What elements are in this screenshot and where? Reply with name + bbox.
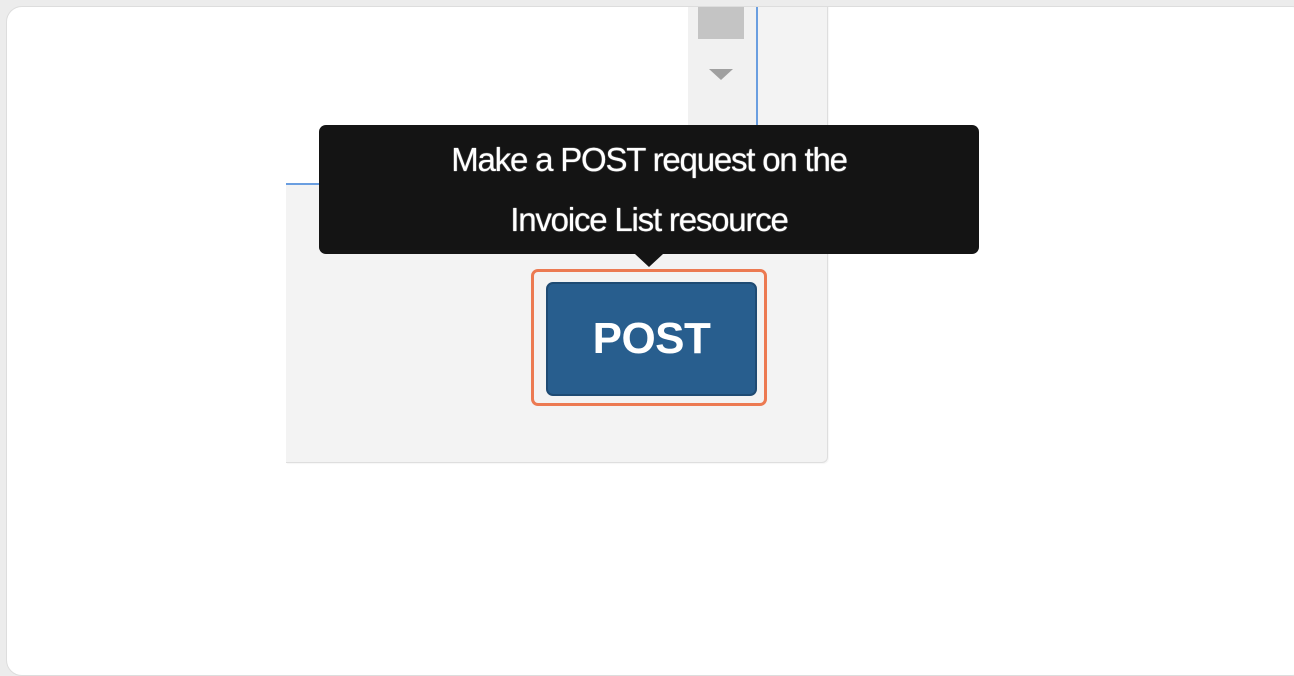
scrollbar-thumb[interactable] xyxy=(698,7,744,39)
post-tooltip: Make a POST request on the Invoice List … xyxy=(319,125,979,254)
tooltip-arrow xyxy=(635,254,663,267)
tooltip-line-1: Make a POST request on the xyxy=(451,141,848,178)
tooltip-line-2: Invoice List resource xyxy=(510,201,789,238)
screenshot-frame: Make a POST request on the Invoice List … xyxy=(6,6,1294,676)
scroll-down-arrow-icon[interactable] xyxy=(709,69,733,80)
post-button[interactable]: POST xyxy=(546,282,757,396)
